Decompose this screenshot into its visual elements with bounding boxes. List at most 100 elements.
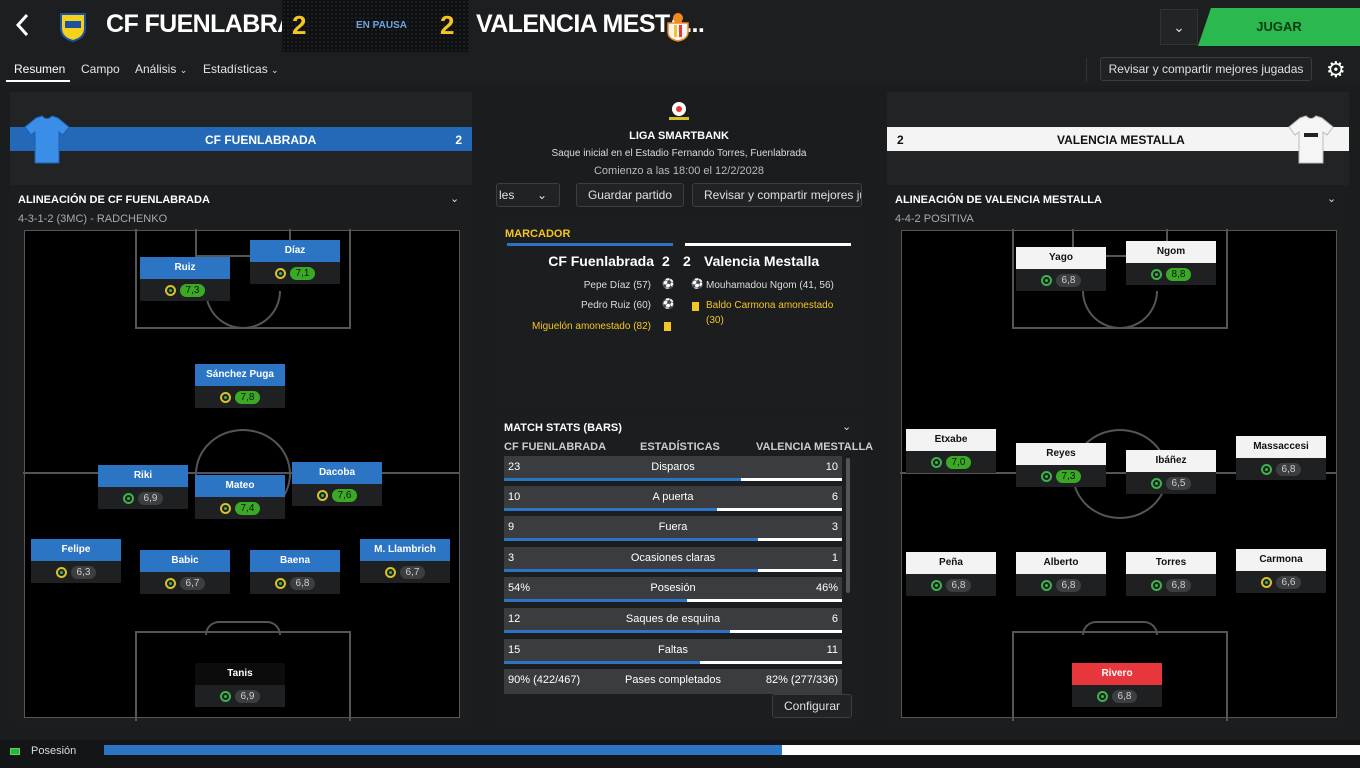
tab-analisis[interactable]: Análisis ⌄ xyxy=(135,62,187,76)
player-card[interactable]: Ruiz 7,3 xyxy=(140,257,230,301)
player-rating: 6,8 xyxy=(1111,689,1138,703)
player-card[interactable]: Reyes 7,3 xyxy=(1016,443,1106,487)
back-arrow-icon[interactable] xyxy=(14,12,38,42)
scoreboard-away-team: Valencia Mestalla xyxy=(704,253,820,269)
stat-away-bar xyxy=(686,599,842,602)
player-card[interactable]: Peña 6,8 xyxy=(906,552,996,596)
player-card[interactable]: Torres 6,8 xyxy=(1126,552,1216,596)
player-card[interactable]: Baena 6,8 xyxy=(250,550,340,594)
player-card[interactable]: Rivero 6,8 xyxy=(1072,663,1162,707)
away-possession-bar xyxy=(782,745,1360,755)
stat-row: 90% (422/467) Pases completados 82% (277/3… xyxy=(504,669,842,694)
player-card[interactable]: Riki 6,9 xyxy=(98,465,188,509)
configure-button[interactable]: Configurar xyxy=(772,694,852,718)
view-dropdown[interactable]: les ⌄ xyxy=(496,183,560,207)
scoreboard-home-score: 2 xyxy=(662,253,670,269)
stat-label: Faltas xyxy=(658,644,688,656)
options-dropdown-button[interactable]: ⌄ xyxy=(1160,9,1198,45)
chevron-down-icon[interactable]: ⌄ xyxy=(1327,192,1336,205)
tab-analisis-label: Análisis xyxy=(135,62,177,76)
away-event: Mouhamadou Ngom (41, 56) xyxy=(706,280,834,291)
player-rating: 7,6 xyxy=(331,488,358,502)
home-team-bar: CF FUENLABRADA 2 xyxy=(10,127,472,151)
rating-icon xyxy=(1150,579,1162,591)
stat-away-value: 1 xyxy=(831,552,838,564)
stat-away-bar xyxy=(757,569,842,572)
scoreboard-home-team: CF Fuenlabrada xyxy=(548,253,654,269)
stat-home-bar xyxy=(504,508,717,511)
rating-icon xyxy=(274,577,286,589)
player-card[interactable]: Sánchez Puga 7,8 xyxy=(195,364,285,408)
player-rating: 8,8 xyxy=(1165,267,1192,281)
player-name: Dacoba xyxy=(292,462,382,484)
tab-resumen[interactable]: Resumen xyxy=(14,62,65,76)
rating-icon xyxy=(1260,463,1272,475)
stat-row: 12 Saques de esquina 6 xyxy=(504,608,842,633)
stat-row: 15 Faltas 11 xyxy=(504,639,842,664)
player-name: Baena xyxy=(250,550,340,572)
home-score: 2 xyxy=(292,10,307,40)
player-card[interactable]: Massaccesi 6,8 xyxy=(1236,436,1326,480)
player-rating: 6,6 xyxy=(1275,575,1302,589)
league-logo-icon xyxy=(665,100,693,127)
active-tab-underline xyxy=(6,80,70,82)
stat-home-bar xyxy=(504,630,731,633)
player-card[interactable]: Díaz 7,1 xyxy=(250,240,340,284)
stat-label: Disparos xyxy=(651,461,695,473)
away-team-bar: 2 VALENCIA MESTALLA xyxy=(887,127,1349,151)
scoreboard-title: MARCADOR xyxy=(505,228,571,240)
player-card[interactable]: Alberto 6,8 xyxy=(1016,552,1106,596)
play-button[interactable]: JUGAR xyxy=(1198,8,1360,46)
player-name: Riki xyxy=(98,465,188,487)
stats-scrollbar[interactable] xyxy=(846,458,850,593)
chevron-down-icon: ⌄ xyxy=(271,65,279,75)
player-card[interactable]: Babic 6,7 xyxy=(140,550,230,594)
ball-icon: ⚽ xyxy=(662,279,675,290)
view-dropdown-label: les xyxy=(499,188,515,202)
player-rating: 6,3 xyxy=(70,565,97,579)
chevron-down-icon[interactable]: ⌄ xyxy=(450,192,459,205)
chevron-down-icon[interactable]: ⌄ xyxy=(842,420,851,433)
match-status: EN PAUSA xyxy=(356,20,407,31)
stat-home-bar xyxy=(504,538,758,541)
player-name: Ibáñez xyxy=(1126,450,1216,472)
away-lineup-title: ALINEACIÓN DE VALENCIA MESTALLA xyxy=(895,194,1102,206)
home-lineup-title: ALINEACIÓN DE CF FUENLABRADA xyxy=(18,194,210,206)
ball-icon: ⚽ xyxy=(691,279,704,290)
player-name: Massaccesi xyxy=(1236,436,1326,458)
possession-label: Posesión xyxy=(31,745,77,757)
review-highlights-button-mid[interactable]: Revisar y compartir mejores ju xyxy=(692,183,862,207)
rating-icon xyxy=(164,577,176,589)
stat-away-value: 10 xyxy=(825,461,838,473)
home-event: Pepe Díaz (57) xyxy=(583,280,651,291)
player-card[interactable]: Etxabe 7,0 xyxy=(906,429,996,473)
home-event: Pedro Ruiz (60) xyxy=(580,300,651,311)
player-card[interactable]: Yago 6,8 xyxy=(1016,247,1106,291)
penalty-arc xyxy=(205,621,281,635)
save-match-button[interactable]: Guardar partido xyxy=(576,183,684,207)
player-card[interactable]: Ibáñez 6,5 xyxy=(1126,450,1216,494)
stat-away-bar xyxy=(730,630,842,633)
stat-home-bar xyxy=(504,661,701,664)
stat-label: Saques de esquina xyxy=(625,613,721,625)
player-name: Alberto xyxy=(1016,552,1106,574)
rating-icon xyxy=(1040,470,1052,482)
player-card[interactable]: Tanis 6,9 xyxy=(195,663,285,707)
player-rating: 7,0 xyxy=(945,455,972,469)
review-highlights-button[interactable]: Revisar y compartir mejores jugadas xyxy=(1100,57,1312,81)
stat-row: 9 Fuera 3 xyxy=(504,516,842,541)
yellow-card-icon xyxy=(692,302,699,311)
player-card[interactable]: Felipe 6,3 xyxy=(31,539,121,583)
gear-icon[interactable]: ⚙ xyxy=(1326,57,1346,83)
player-card[interactable]: M. Llambrich 6,7 xyxy=(360,539,450,583)
player-card[interactable]: Carmona 6,6 xyxy=(1236,549,1326,593)
tab-estadisticas[interactable]: Estadísticas ⌄ xyxy=(203,62,279,76)
player-card[interactable]: Ngom 8,8 xyxy=(1126,241,1216,285)
tab-campo[interactable]: Campo xyxy=(81,62,120,76)
player-name: Carmona xyxy=(1236,549,1326,571)
penalty-arc xyxy=(1082,621,1158,635)
player-card[interactable]: Mateo 7,4 xyxy=(195,475,285,519)
player-card[interactable]: Dacoba 7,6 xyxy=(292,462,382,506)
yellow-card-icon xyxy=(664,322,671,331)
away-kit-icon xyxy=(1288,115,1334,170)
